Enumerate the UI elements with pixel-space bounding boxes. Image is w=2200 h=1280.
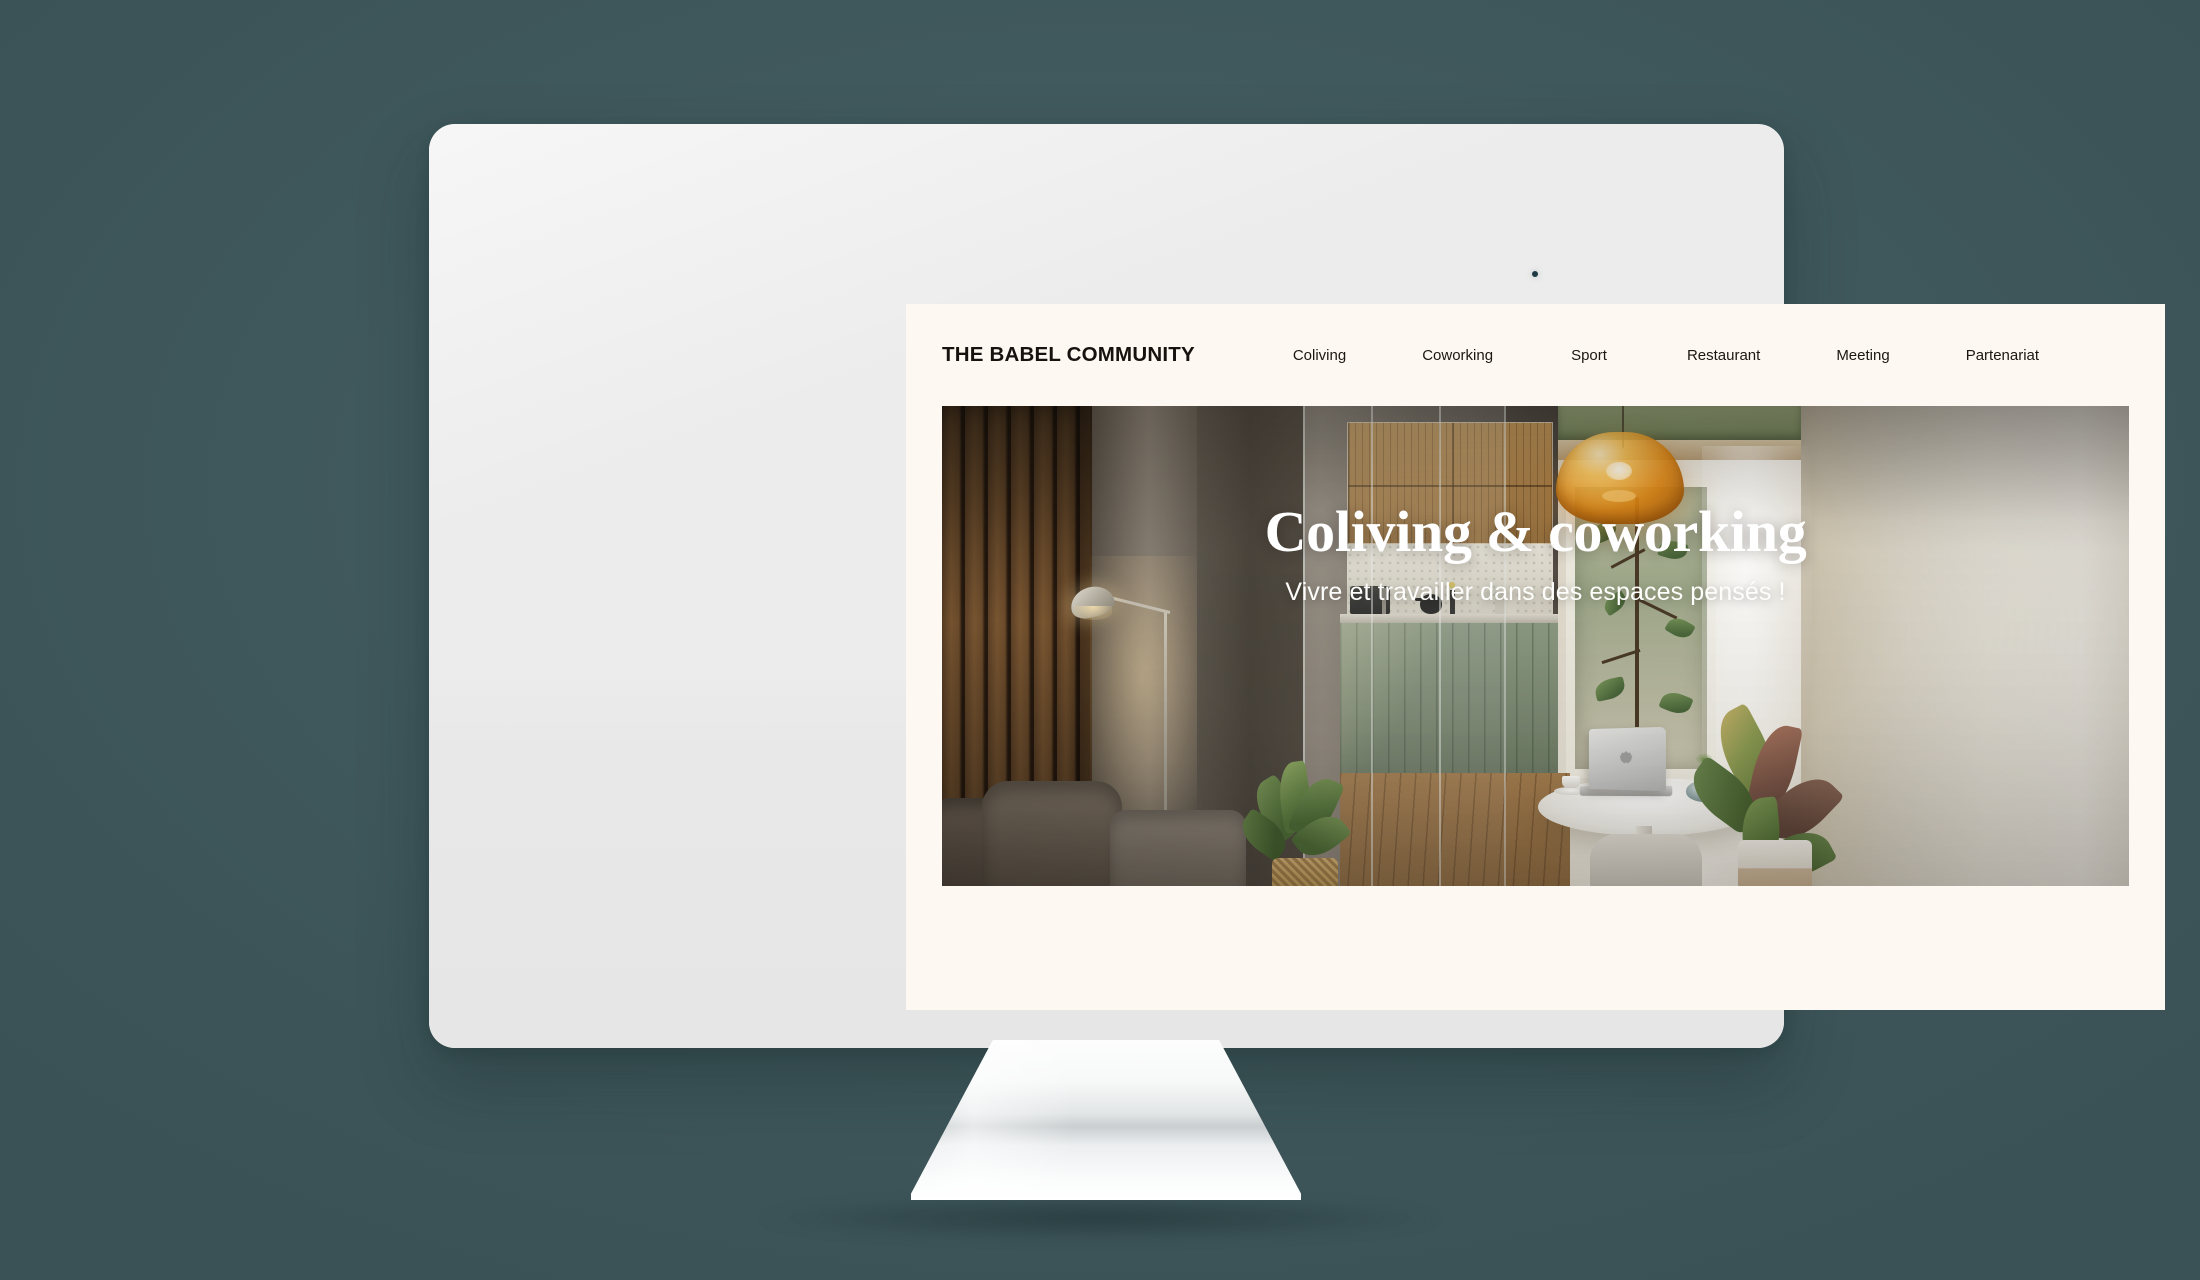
photo-laptop bbox=[1588, 726, 1666, 792]
scene-background: THE BABEL COMMUNITY Coliving Coworking S… bbox=[0, 0, 2200, 1280]
nav-link-meeting[interactable]: Meeting bbox=[1834, 341, 1891, 370]
hero-title: Coliving & coworking bbox=[1264, 499, 1807, 564]
nav-link-coliving[interactable]: Coliving bbox=[1291, 341, 1348, 370]
nav-link-partenariat[interactable]: Partenariat bbox=[1964, 341, 2041, 370]
monitor-frame: THE BABEL COMMUNITY Coliving Coworking S… bbox=[429, 124, 2165, 1048]
photo-foliage bbox=[1658, 688, 1694, 718]
nav-link-restaurant[interactable]: Restaurant bbox=[1685, 341, 1762, 370]
hero-section: Coliving & coworking Vivre et travailler… bbox=[942, 406, 2129, 886]
photo-white-chair bbox=[1590, 834, 1702, 886]
photo-foliage bbox=[1593, 676, 1627, 702]
brand-logo[interactable]: THE BABEL COMMUNITY bbox=[942, 343, 1195, 367]
photo-glass-partition bbox=[1303, 406, 1506, 886]
hero-photo bbox=[942, 406, 2129, 886]
photo-coffee-cup bbox=[1562, 776, 1580, 788]
floor-shadow bbox=[760, 1195, 1440, 1241]
nav-link-sport[interactable]: Sport bbox=[1569, 341, 1609, 370]
photo-lamp-light bbox=[1074, 606, 1112, 620]
photo-pendant-bulb bbox=[1606, 462, 1632, 480]
photo-foliage bbox=[1664, 613, 1696, 643]
screen-viewport: THE BABEL COMMUNITY Coliving Coworking S… bbox=[906, 304, 2165, 1010]
site-header: THE BABEL COMMUNITY Coliving Coworking S… bbox=[906, 304, 2165, 406]
main-navigation: Coliving Coworking Sport Restaurant Meet… bbox=[1291, 341, 2041, 370]
monitor-stand bbox=[911, 1040, 1301, 1200]
photo-armchair bbox=[982, 781, 1122, 886]
photo-plant-pot bbox=[1738, 840, 1812, 886]
stand-highlight bbox=[911, 1040, 1301, 1200]
photo-sofa bbox=[1110, 810, 1246, 886]
photo-woven-basket bbox=[1272, 858, 1338, 886]
hero-copy: Coliving & coworking Vivre et travailler… bbox=[942, 499, 2129, 607]
nav-link-coworking[interactable]: Coworking bbox=[1420, 341, 1495, 370]
hero-subtitle: Vivre et travailler dans des espaces pen… bbox=[1285, 578, 1786, 607]
webcam-icon bbox=[1532, 271, 1538, 277]
